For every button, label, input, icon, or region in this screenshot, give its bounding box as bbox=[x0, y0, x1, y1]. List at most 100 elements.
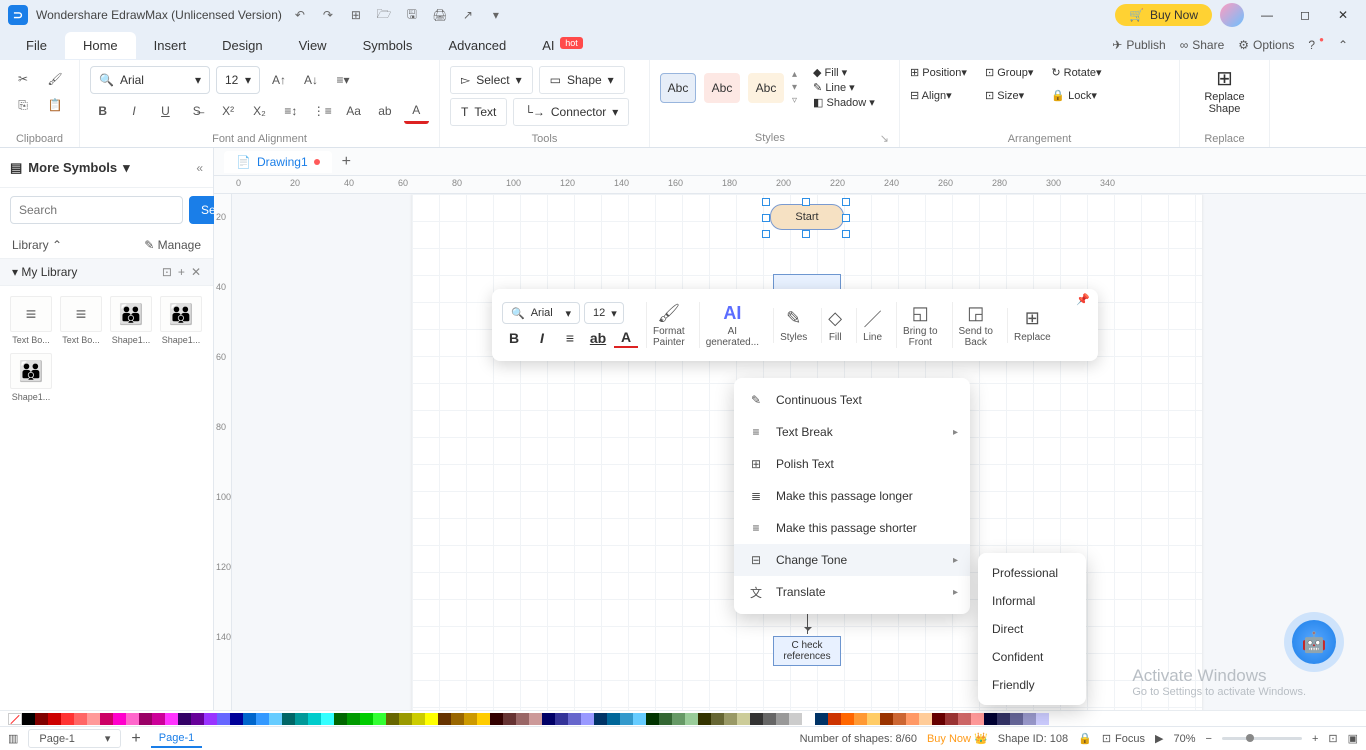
color-swatch[interactable] bbox=[607, 713, 620, 725]
float-font-color-button[interactable]: A bbox=[614, 328, 638, 348]
color-swatch[interactable] bbox=[841, 713, 854, 725]
color-swatch[interactable] bbox=[958, 713, 971, 725]
lock-button[interactable]: 🔒 Lock▾ bbox=[1051, 89, 1101, 102]
float-bring-front-button[interactable]: ◱Bring to Front bbox=[896, 302, 943, 348]
document-tab[interactable]: 📄 Drawing1 bbox=[224, 151, 332, 173]
color-swatch[interactable] bbox=[451, 713, 464, 725]
underline-button[interactable]: U bbox=[153, 98, 178, 124]
float-ai-button[interactable]: AIAI generated... bbox=[699, 302, 765, 348]
color-swatch[interactable] bbox=[48, 713, 61, 725]
color-swatch[interactable] bbox=[815, 713, 828, 725]
publish-button[interactable]: ✈Publish bbox=[1112, 38, 1165, 52]
color-swatch[interactable] bbox=[854, 713, 867, 725]
options-button[interactable]: ⚙Options bbox=[1238, 38, 1294, 52]
size-button[interactable]: ⊡ Size▾ bbox=[985, 89, 1033, 102]
color-swatch[interactable] bbox=[386, 713, 399, 725]
subscript-button[interactable]: X₂ bbox=[247, 98, 272, 124]
style-swatch-3[interactable]: Abc bbox=[748, 73, 784, 103]
new-tab-button[interactable]: + bbox=[342, 153, 351, 171]
ctx-text-break[interactable]: ≡Text Break▸ bbox=[734, 416, 970, 448]
color-swatch[interactable] bbox=[893, 713, 906, 725]
color-swatch[interactable] bbox=[919, 713, 932, 725]
open-button[interactable]: 🗁 bbox=[374, 5, 394, 25]
shape-tool-button[interactable]: ▭Shape ▾ bbox=[539, 66, 625, 94]
copy-button[interactable]: ⎘ bbox=[10, 92, 36, 118]
format-painter-button[interactable]: 🖌 bbox=[42, 66, 68, 92]
cut-button[interactable]: ✂ bbox=[10, 66, 36, 92]
rotate-button[interactable]: ↻ Rotate▾ bbox=[1051, 66, 1101, 79]
color-swatch[interactable] bbox=[126, 713, 139, 725]
float-highlight-button[interactable]: ab bbox=[586, 328, 610, 348]
library-shape-item[interactable]: ≡Text Bo... bbox=[10, 296, 52, 345]
float-size-select[interactable]: 12▾ bbox=[584, 302, 624, 324]
color-swatch[interactable] bbox=[425, 713, 438, 725]
color-swatch[interactable] bbox=[737, 713, 750, 725]
font-color-button[interactable]: A bbox=[404, 98, 429, 124]
color-swatch[interactable] bbox=[776, 713, 789, 725]
lib-expand-icon[interactable]: ⊡ bbox=[162, 265, 172, 279]
color-swatch[interactable] bbox=[113, 713, 126, 725]
float-replace-button[interactable]: ⊞Replace bbox=[1007, 308, 1057, 343]
color-swatch[interactable] bbox=[828, 713, 841, 725]
ctx-make-longer[interactable]: ≣Make this passage longer bbox=[734, 480, 970, 512]
library-shape-item[interactable]: 👪Shape1... bbox=[110, 296, 152, 345]
save-button[interactable]: 🖫 bbox=[402, 5, 422, 25]
group-button[interactable]: ⊡ Group▾ bbox=[985, 66, 1033, 79]
line-button[interactable]: ✎ Line ▾ bbox=[813, 81, 875, 94]
menu-view[interactable]: View bbox=[281, 32, 345, 59]
user-avatar[interactable] bbox=[1220, 3, 1244, 27]
color-swatch[interactable] bbox=[646, 713, 659, 725]
color-swatch[interactable] bbox=[217, 713, 230, 725]
color-swatch[interactable] bbox=[997, 713, 1010, 725]
style-expand[interactable]: ▿ bbox=[792, 95, 797, 106]
style-swatch-2[interactable]: Abc bbox=[704, 73, 740, 103]
menu-insert[interactable]: Insert bbox=[136, 32, 205, 59]
color-swatch[interactable] bbox=[360, 713, 373, 725]
style-scroll-down[interactable]: ▾ bbox=[792, 82, 797, 93]
lib-add-icon[interactable]: + bbox=[178, 265, 185, 279]
menu-file[interactable]: File bbox=[8, 32, 65, 59]
color-swatch[interactable] bbox=[334, 713, 347, 725]
color-swatch[interactable] bbox=[204, 713, 217, 725]
text-tool-button[interactable]: TText bbox=[450, 98, 507, 126]
library-shape-item[interactable]: 👪Shape1... bbox=[10, 353, 52, 402]
float-font-select[interactable]: 🔍Arial▾ bbox=[502, 302, 580, 324]
color-swatch[interactable] bbox=[295, 713, 308, 725]
float-send-back-button[interactable]: ◲Send to Back bbox=[952, 302, 999, 348]
symbol-search-input[interactable] bbox=[10, 196, 183, 224]
color-swatch[interactable] bbox=[594, 713, 607, 725]
color-swatch[interactable] bbox=[74, 713, 87, 725]
share-button[interactable]: ∞Share bbox=[1180, 38, 1225, 52]
style-swatch-1[interactable]: Abc bbox=[660, 73, 696, 103]
my-library-toggle[interactable]: ▾ My Library bbox=[12, 265, 77, 279]
ctx-continuous-text[interactable]: ✎Continuous Text bbox=[734, 384, 970, 416]
minimize-button[interactable]: — bbox=[1252, 0, 1282, 30]
text-case-button[interactable]: Aa bbox=[341, 98, 366, 124]
color-swatch[interactable] bbox=[789, 713, 802, 725]
highlight-button[interactable]: ab bbox=[372, 98, 397, 124]
color-swatch[interactable] bbox=[529, 713, 542, 725]
color-swatch[interactable] bbox=[373, 713, 386, 725]
float-bold-button[interactable]: B bbox=[502, 328, 526, 348]
color-swatch[interactable] bbox=[581, 713, 594, 725]
lib-close-icon[interactable]: ✕ bbox=[191, 265, 201, 279]
color-swatch[interactable] bbox=[61, 713, 74, 725]
color-swatch[interactable] bbox=[880, 713, 893, 725]
color-swatch[interactable] bbox=[945, 713, 958, 725]
close-button[interactable]: ✕ bbox=[1328, 0, 1358, 30]
strikethrough-button[interactable]: S̶ bbox=[184, 98, 209, 124]
menu-advanced[interactable]: Advanced bbox=[430, 32, 524, 59]
color-swatch[interactable] bbox=[412, 713, 425, 725]
color-swatch[interactable] bbox=[87, 713, 100, 725]
color-swatch[interactable] bbox=[555, 713, 568, 725]
color-swatch[interactable] bbox=[1010, 713, 1023, 725]
align-button[interactable]: ⊟ Align▾ bbox=[910, 89, 967, 102]
fill-button[interactable]: ◆ Fill ▾ bbox=[813, 66, 875, 79]
redo-button[interactable]: ↷ bbox=[318, 5, 338, 25]
menu-symbols[interactable]: Symbols bbox=[345, 32, 431, 59]
color-swatch[interactable] bbox=[35, 713, 48, 725]
float-format-painter-button[interactable]: 🖌Format Painter bbox=[646, 302, 691, 348]
color-swatch[interactable] bbox=[867, 713, 880, 725]
color-swatch[interactable] bbox=[672, 713, 685, 725]
color-swatch[interactable] bbox=[1023, 713, 1036, 725]
